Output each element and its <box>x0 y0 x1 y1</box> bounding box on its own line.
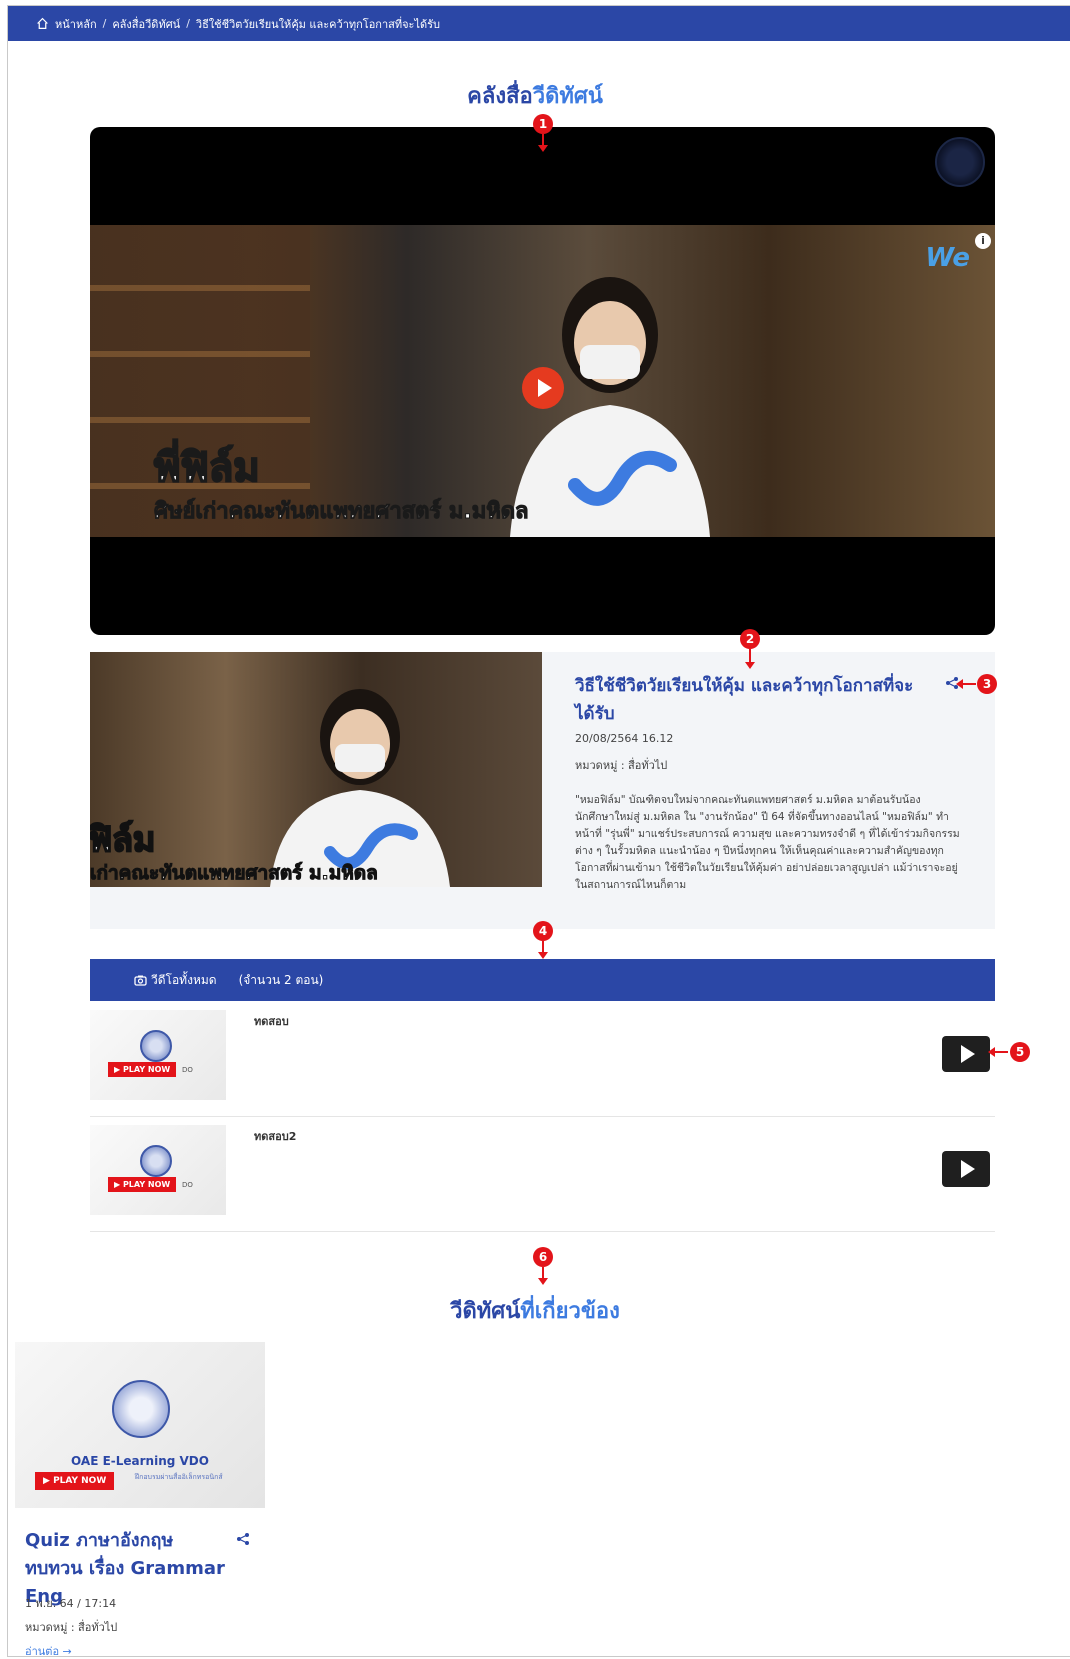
home-icon[interactable] <box>36 17 49 30</box>
video-detail-panel: ฟิล์ม เก่าคณะทันตแพทยศาสตร์ ม.มหิดล วิธี… <box>90 652 995 929</box>
agency-seal-icon <box>112 1380 170 1438</box>
page-title-part2: วีดิทัศน์ <box>532 84 603 109</box>
read-more-link[interactable]: อ่านต่อ → <box>25 1642 72 1659</box>
page-title: คลังสื่อวีดิทัศน์ <box>0 78 1070 113</box>
episode-play-button[interactable] <box>942 1036 990 1072</box>
marker-1: 1 <box>533 114 553 134</box>
video-camera-icon <box>134 975 147 986</box>
episode-row[interactable]: ▶ PLAY NOW DO ทดสอบ2 <box>90 1117 995 1232</box>
video-category: หมวดหมู่ : สื่อทั่วไป <box>575 759 668 772</box>
related-video-date: 1 พ.ย. 64 / 17:14 <box>25 1597 117 1610</box>
marker-6: 6 <box>533 1247 553 1267</box>
marker-5: 5 <box>1010 1042 1030 1062</box>
marker-3-arrow <box>956 679 976 689</box>
episode-list-header: วีดีโอทั้งหมด (จำนวน 2 ตอน) <box>90 959 995 1001</box>
agency-seal-icon <box>140 1145 172 1177</box>
episode-title[interactable]: ทดสอบ2 <box>254 1127 296 1145</box>
thumbnail-tag: DO <box>182 1066 193 1074</box>
breadcrumb-library[interactable]: คลังสื่อวีดิทัศน์ <box>112 15 180 33</box>
breadcrumb-home[interactable]: หน้าหลัก <box>55 15 97 33</box>
page-title-part1: คลังสื่อ <box>467 84 533 109</box>
video-caption-subtitle: ศิษย์เก่าคณะทันตแพทยศาสตร์ ม.มหิดล <box>154 499 530 525</box>
play-now-badge: ▶ PLAY NOW <box>108 1062 177 1077</box>
episode-count: (จำนวน 2 ตอน) <box>238 972 324 987</box>
thumbnail-subtitle: ฝึกอบรมผ่านสื่ออิเล็กทรอนิกส์ <box>135 1473 223 1481</box>
share-icon[interactable] <box>236 1532 250 1546</box>
related-title: วีดิทัศน์ที่เกี่ยวข้อง <box>0 1293 1070 1328</box>
breadcrumb-current: วิธีใช้ชีวิตวัยเรียนให้คุ้ม และคว้าทุกโอ… <box>195 17 441 31</box>
presenter-thumbnail-image <box>270 689 450 887</box>
marker-5-arrow <box>988 1047 1008 1057</box>
breadcrumb-separator: / <box>186 17 190 30</box>
marker-4: 4 <box>533 921 553 941</box>
play-now-label: PLAY NOW <box>122 1065 171 1074</box>
breadcrumb: หน้าหลัก / คลังสื่อวีดิทัศน์ / วิธีใช้ชี… <box>8 6 1070 41</box>
episode-list-title: วีดีโอทั้งหมด <box>134 971 217 990</box>
video-description: "หมอฟิล์ม" บัณฑิตจบใหม่จากคณะทันตแพทยศาส… <box>575 794 960 891</box>
video-date: 20/08/2564 16.12 <box>575 732 674 745</box>
play-now-badge: ▶ PLAY NOW <box>108 1177 177 1192</box>
info-icon[interactable]: i <box>975 233 991 249</box>
episode-list-label: วีดีโอทั้งหมด <box>151 972 217 987</box>
play-now-badge: ▶ PLAY NOW <box>35 1472 115 1490</box>
episode-thumbnail[interactable]: ▶ PLAY NOW DO <box>90 1010 226 1100</box>
marker-3: 3 <box>977 674 997 694</box>
related-title-part2: ที่เกี่ยวข้อง <box>520 1299 620 1324</box>
marker-2: 2 <box>740 629 760 649</box>
play-button[interactable] <box>522 367 564 409</box>
episode-row[interactable]: ▶ PLAY NOW DO ทดสอบ <box>90 1002 995 1117</box>
video-thumbnail[interactable]: ฟิล์ม เก่าคณะทันตแพทยศาสตร์ ม.มหิดล <box>90 652 542 887</box>
video-title: วิธีใช้ชีวิตวัยเรียนให้คุ้ม และคว้าทุกโอ… <box>575 676 914 724</box>
related-video-category: หมวดหมู่ : สื่อทั่วไป <box>25 1621 118 1634</box>
play-now-label: PLAY NOW <box>122 1180 171 1189</box>
episode-title[interactable]: ทดสอบ <box>254 1012 289 1030</box>
related-video-card[interactable]: OAE E-Learning VDO ฝึกอบรมผ่านสื่ออิเล็ก… <box>15 1342 265 1658</box>
video-player[interactable]: พี่ฟิล์ม ศิษย์เก่าคณะทันตแพทยศาสตร์ ม.มห… <box>90 127 995 635</box>
we-brand-logo: We <box>925 243 970 273</box>
breadcrumb-separator: / <box>102 17 107 30</box>
play-now-label: PLAY NOW <box>53 1476 107 1486</box>
thumbnail-caption-subtitle: เก่าคณะทันตแพทยศาสตร์ ม.มหิดล <box>90 862 378 885</box>
agency-seal-logo <box>935 137 985 187</box>
agency-seal-icon <box>140 1030 172 1062</box>
episode-thumbnail[interactable]: ▶ PLAY NOW DO <box>90 1125 226 1215</box>
related-video-thumbnail[interactable]: OAE E-Learning VDO ฝึกอบรมผ่านสื่ออิเล็ก… <box>15 1342 265 1508</box>
episode-play-button[interactable] <box>942 1151 990 1187</box>
thumbnail-tag: DO <box>182 1181 193 1189</box>
related-title-part1: วีดิทัศน์ <box>450 1299 521 1324</box>
video-caption-name: พี่ฟิล์ม <box>153 444 261 492</box>
thumbnail-title: OAE E-Learning VDO <box>71 1454 209 1468</box>
